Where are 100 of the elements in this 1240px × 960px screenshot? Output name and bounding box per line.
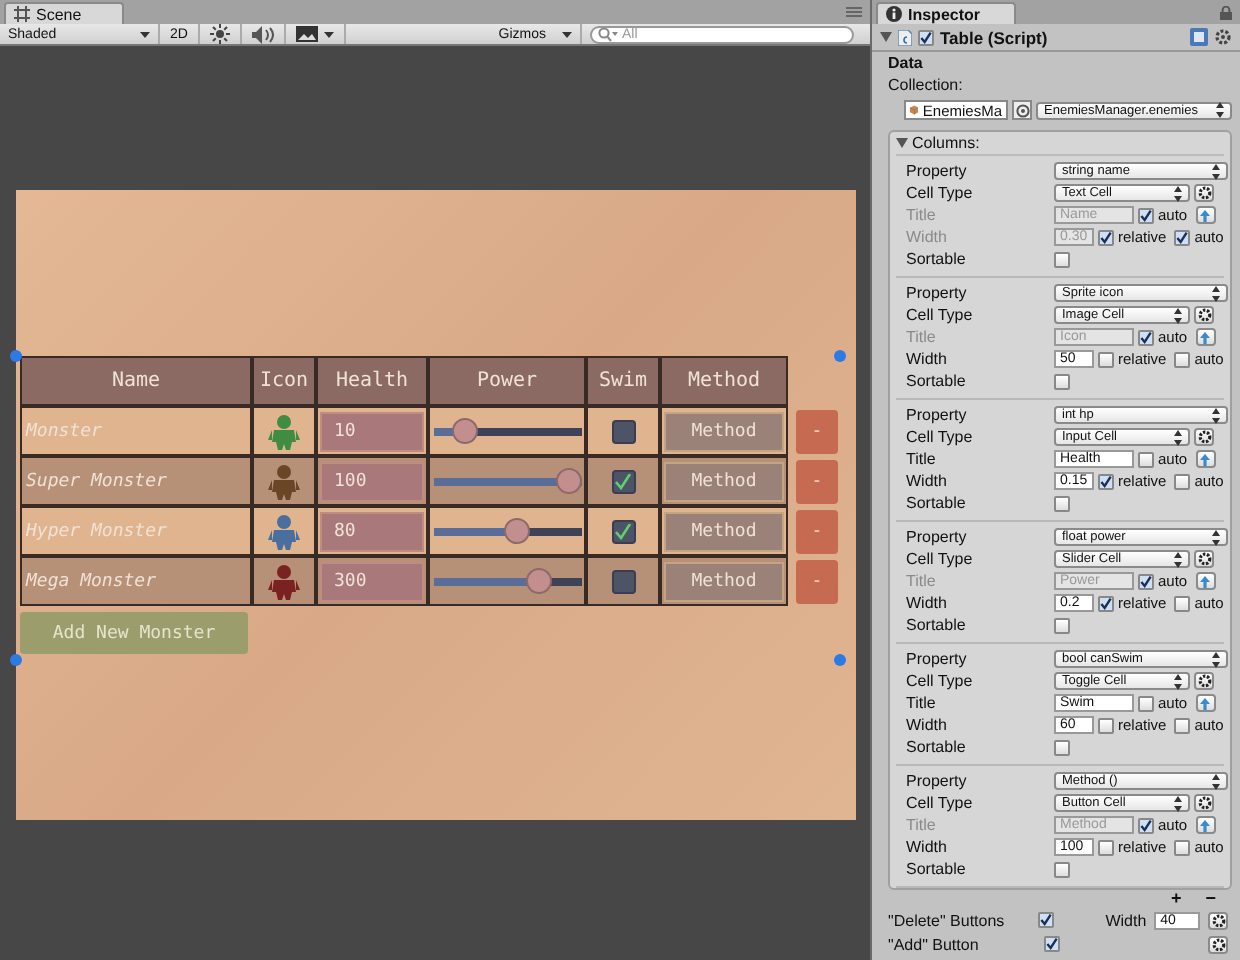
- inspector-tab[interactable]: Inspector: [876, 2, 1016, 24]
- checkbox[interactable]: [1054, 739, 1070, 755]
- scene-tab[interactable]: Scene: [4, 2, 124, 24]
- settings-button[interactable]: [1194, 306, 1214, 324]
- updown-icon: [1174, 185, 1182, 201]
- column-header: Name: [20, 356, 252, 406]
- checkbox[interactable]: [1174, 229, 1191, 245]
- updown-icon: [1211, 651, 1220, 667]
- field-label: Property: [906, 284, 969, 302]
- field-label: "Add" Button: [888, 935, 981, 953]
- column-header: Health: [316, 356, 428, 406]
- checkbox[interactable]: [1138, 695, 1154, 711]
- swim-toggle[interactable]: [611, 469, 635, 493]
- updown-icon: [1211, 773, 1220, 789]
- updown-icon: [1216, 102, 1224, 118]
- checkbox[interactable]: [1174, 351, 1191, 367]
- field-label: Width: [906, 838, 949, 856]
- field-label: Sortable: [906, 616, 968, 634]
- checkbox[interactable]: [1054, 495, 1070, 511]
- field-label: Sortable: [906, 250, 968, 268]
- gear-icon: [1197, 552, 1211, 566]
- menu-icon[interactable]: [846, 6, 862, 18]
- up-button[interactable]: [1195, 816, 1216, 834]
- checkbox[interactable]: [1098, 839, 1114, 855]
- caret-icon: [323, 29, 334, 39]
- swim-toggle[interactable]: [611, 569, 635, 593]
- checkbox[interactable]: [1138, 207, 1154, 223]
- checkbox[interactable]: [1138, 329, 1154, 345]
- swim-toggle[interactable]: [611, 519, 635, 543]
- checkbox[interactable]: [1174, 717, 1191, 733]
- add-item-button[interactable]: +: [1166, 890, 1186, 908]
- up-button[interactable]: [1195, 328, 1216, 346]
- field-label: Title: [906, 694, 938, 712]
- checkbox[interactable]: [1138, 817, 1154, 833]
- updown-icon: [1174, 795, 1182, 811]
- up-button[interactable]: [1195, 206, 1216, 224]
- field-label: Title: [906, 816, 938, 834]
- field-label: Sortable: [906, 860, 968, 878]
- swim-toggle[interactable]: [611, 419, 635, 443]
- settings-button[interactable]: [1194, 794, 1214, 812]
- checkbox[interactable]: [1174, 473, 1191, 489]
- settings-button[interactable]: [1194, 184, 1214, 202]
- settings-button[interactable]: [1208, 935, 1228, 953]
- checkbox[interactable]: [1098, 473, 1114, 489]
- gear-icon[interactable]: [1214, 28, 1232, 46]
- checkbox[interactable]: [918, 29, 934, 45]
- field-label: Sortable: [906, 738, 968, 756]
- slider-thumb[interactable]: [525, 568, 552, 594]
- arrow-up-icon: [1200, 331, 1211, 343]
- foldout-icon[interactable]: [896, 138, 908, 148]
- updown-icon: [1174, 429, 1182, 445]
- lock-icon[interactable]: [1220, 5, 1232, 19]
- updown-icon: [1211, 529, 1220, 545]
- checkbox[interactable]: [1054, 251, 1070, 267]
- columns-label: Columns:: [912, 134, 980, 152]
- checkbox[interactable]: [1174, 839, 1191, 855]
- field-label: Title: [906, 572, 938, 590]
- checkbox[interactable]: [1098, 351, 1114, 367]
- foldout-icon[interactable]: [880, 32, 892, 42]
- resize-handle[interactable]: [10, 654, 22, 666]
- field-label: Cell Type: [906, 550, 975, 568]
- object-picker-button[interactable]: [1012, 100, 1032, 120]
- arrow-up-icon: [1200, 453, 1211, 465]
- image-icon: [295, 26, 318, 42]
- up-button[interactable]: [1195, 694, 1216, 712]
- arrow-up-icon: [1200, 575, 1211, 587]
- field-label: Sortable: [906, 494, 968, 512]
- checkbox[interactable]: [1098, 595, 1114, 611]
- checkbox[interactable]: [1037, 912, 1054, 928]
- checkbox[interactable]: [1174, 595, 1191, 611]
- field-label: "Delete" Buttons: [888, 911, 1007, 929]
- slider-thumb[interactable]: [555, 468, 581, 494]
- field-label: Width: [1105, 911, 1147, 929]
- arrow-up-icon: [1200, 697, 1211, 709]
- checkbox[interactable]: [1138, 573, 1154, 589]
- checkbox[interactable]: [1044, 936, 1060, 952]
- checkbox[interactable]: [1054, 617, 1070, 633]
- column-header: Icon: [252, 356, 316, 406]
- up-button[interactable]: [1195, 572, 1216, 590]
- checkbox[interactable]: [1098, 717, 1114, 733]
- up-button[interactable]: [1195, 450, 1216, 468]
- checkbox[interactable]: [1138, 451, 1154, 467]
- table-cell: Monster: [20, 406, 252, 456]
- slider-thumb[interactable]: [503, 518, 530, 544]
- checkbox[interactable]: [1054, 861, 1070, 877]
- remove-item-button[interactable]: −: [1201, 890, 1220, 908]
- settings-button[interactable]: [1194, 428, 1214, 446]
- checkbox[interactable]: [1054, 373, 1070, 389]
- resize-handle[interactable]: [10, 350, 22, 362]
- field-label: Cell Type: [906, 672, 975, 690]
- table-cell: Hyper Monster: [20, 506, 252, 556]
- gear-icon: [1197, 186, 1211, 200]
- column-header: Power: [428, 356, 586, 406]
- field-label: Title: [906, 450, 938, 468]
- field-label: Width: [906, 228, 949, 246]
- checkbox[interactable]: [1098, 229, 1114, 245]
- settings-button[interactable]: [1208, 911, 1228, 929]
- slider-thumb[interactable]: [451, 418, 478, 444]
- settings-button[interactable]: [1194, 550, 1214, 568]
- settings-button[interactable]: [1194, 672, 1214, 690]
